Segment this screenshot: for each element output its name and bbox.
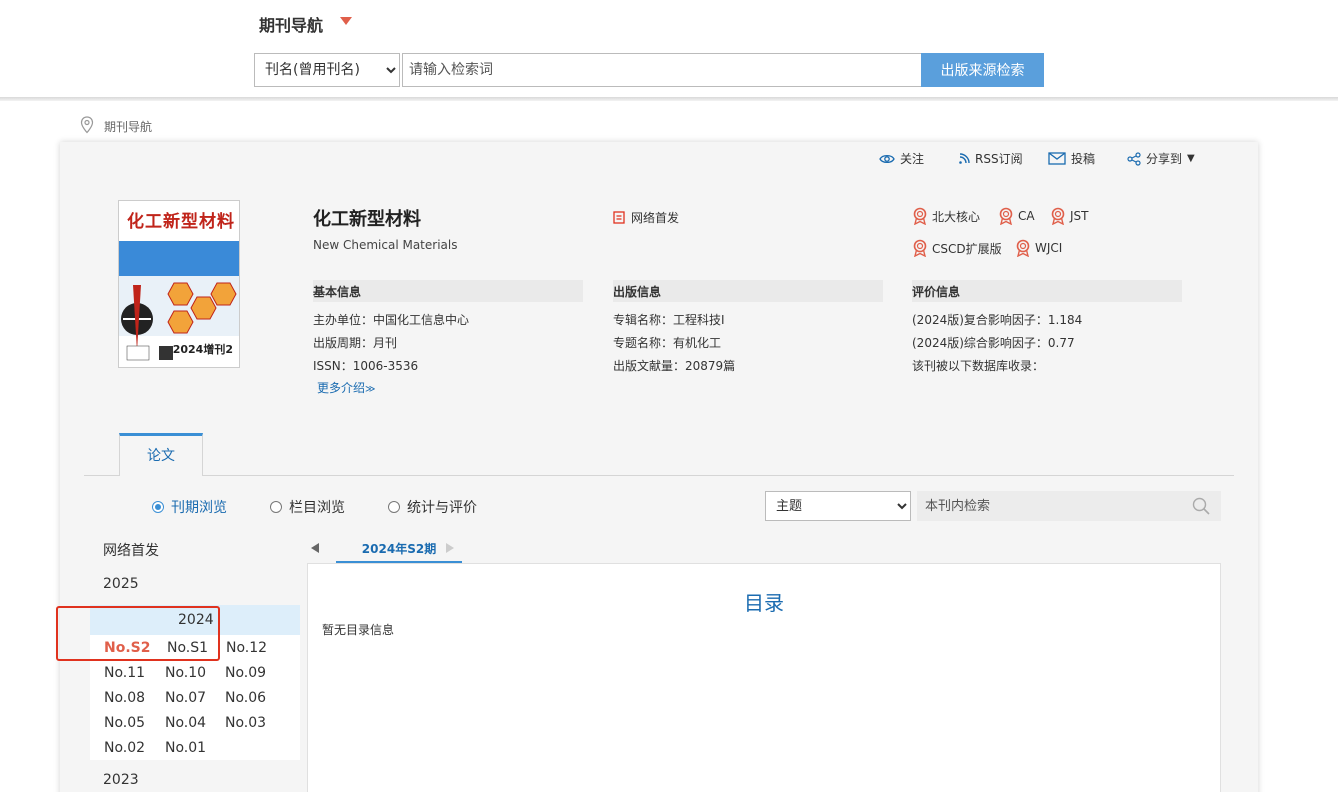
follow-button[interactable]: 关注 xyxy=(879,150,924,167)
rss-button[interactable]: RSS订阅 xyxy=(958,150,1023,167)
issue-link[interactable]: No.01 xyxy=(165,740,206,756)
issn-info: ISSN：1006-3536 xyxy=(313,359,419,373)
issue-link[interactable]: No.05 xyxy=(104,715,145,731)
year-list-online-first[interactable]: 网络首发 xyxy=(103,540,159,560)
issue-link[interactable]: No.02 xyxy=(104,740,145,756)
more-intro-link[interactable]: 更多介绍≫ xyxy=(317,379,375,396)
document-icon xyxy=(613,211,625,224)
issue-link[interactable]: No.06 xyxy=(225,690,266,706)
search-field-select[interactable]: 刊名(曾用刊名) xyxy=(254,53,400,87)
badge-label: WJCI xyxy=(1035,241,1063,255)
journal-title: 化工新型材料 xyxy=(313,209,421,230)
rss-icon xyxy=(959,152,970,164)
comprehensive-if-info: (2024版)综合影响因子：0.77 xyxy=(912,336,1075,350)
database-info: 该刊被以下数据库收录： xyxy=(912,359,1045,373)
submit-label: 投稿 xyxy=(1071,152,1096,166)
composite-if-info: (2024版)复合影响因子：1.184 xyxy=(912,313,1083,327)
badge-label: JST xyxy=(1070,209,1089,223)
issue-link[interactable]: No.03 xyxy=(225,715,266,731)
issue-link[interactable]: No.09 xyxy=(225,665,266,681)
issue-link[interactable]: No.10 xyxy=(165,665,206,681)
radio-icon xyxy=(388,501,400,513)
share-label: 分享到 xyxy=(1146,152,1183,166)
badge-label: CA xyxy=(1018,209,1035,223)
award-icon xyxy=(999,207,1013,225)
radio-selected-icon xyxy=(152,501,164,513)
browse-mode-label: 刊期浏览 xyxy=(171,500,227,516)
share-icon xyxy=(1127,151,1141,166)
double-chevron-down-icon: ≫ xyxy=(365,384,376,395)
journal-nav-title[interactable]: 期刊导航 xyxy=(259,12,323,36)
eye-icon xyxy=(879,154,895,163)
current-issue-tab[interactable]: 2024年S2期 xyxy=(336,538,462,563)
issue-link[interactable]: No.04 xyxy=(165,715,206,731)
location-pin-icon xyxy=(80,116,94,134)
triangle-down-icon: ▼ xyxy=(1187,153,1195,164)
badge-label: CSCD扩展版 xyxy=(932,241,1002,256)
follow-label: 关注 xyxy=(900,152,925,166)
badge: 北大核心 xyxy=(912,207,980,225)
browse-mode-issue[interactable]: 刊期浏览 xyxy=(152,497,227,517)
journal-title-en: New Chemical Materials xyxy=(313,238,458,252)
year-2025[interactable]: 2025 xyxy=(103,576,139,592)
badge: WJCI xyxy=(1015,239,1062,257)
cover-year: 2024增刊2 xyxy=(172,343,233,356)
browse-mode-stats[interactable]: 统计与评价 xyxy=(388,497,477,517)
topic-name-info: 专题名称：有机化工 xyxy=(613,336,722,350)
year-2023[interactable]: 2023 xyxy=(103,772,139,788)
browse-mode-label: 统计与评价 xyxy=(407,500,477,516)
caret-down-icon[interactable] xyxy=(340,17,352,25)
basic-info-heading: 基本信息 xyxy=(313,280,583,302)
issue-link[interactable]: No.11 xyxy=(104,665,145,681)
header-divider xyxy=(0,97,1338,101)
next-issue-icon[interactable] xyxy=(446,543,454,553)
journal-cover[interactable]: 化工新型材料 2024增刊2 xyxy=(118,200,240,368)
eval-info-heading: 评价信息 xyxy=(912,280,1182,302)
browse-mode-column[interactable]: 栏目浏览 xyxy=(270,497,345,517)
highlight-box xyxy=(56,606,220,661)
submit-button[interactable]: 投稿 xyxy=(1048,150,1095,167)
rss-label: RSS订阅 xyxy=(975,152,1023,166)
toc-title: 目录 xyxy=(744,591,784,615)
search-icon[interactable] xyxy=(1192,497,1210,515)
search-input[interactable] xyxy=(402,53,922,87)
publish-info-heading: 出版信息 xyxy=(613,280,883,302)
sponsor-info: 主办单位：中国化工信息中心 xyxy=(313,313,470,327)
cover-title: 化工新型材料 xyxy=(127,212,235,232)
toc-empty-message: 暂无目录信息 xyxy=(322,623,395,637)
period-info: 出版周期：月刊 xyxy=(313,336,398,350)
special-name-info: 专辑名称：工程科技I xyxy=(613,313,725,327)
breadcrumb[interactable]: 期刊导航 xyxy=(104,118,152,135)
badge: CA xyxy=(998,207,1035,225)
badge: CSCD扩展版 xyxy=(912,239,1002,257)
share-button[interactable]: 分享到 ▼ xyxy=(1127,150,1195,167)
search-button[interactable]: 出版来源检索 xyxy=(921,53,1044,87)
browse-mode-label: 栏目浏览 xyxy=(289,500,345,516)
publication-count-info: 出版文献量：20879篇 xyxy=(613,359,736,373)
issue-link[interactable]: No.12 xyxy=(226,640,267,656)
award-icon xyxy=(913,239,927,257)
issue-link[interactable]: No.08 xyxy=(104,690,145,706)
inner-search-scope-select[interactable]: 主题 xyxy=(765,491,911,521)
mail-icon xyxy=(1048,152,1066,165)
online-first-label: 网络首发 xyxy=(631,211,680,225)
award-icon xyxy=(913,207,927,225)
badge-label: 北大核心 xyxy=(932,209,981,224)
prev-issue-icon[interactable] xyxy=(311,543,319,553)
more-intro-label: 更多介绍 xyxy=(317,381,366,395)
tab-bar-divider xyxy=(84,475,1234,476)
inner-search-input[interactable] xyxy=(917,491,1221,521)
online-first-link[interactable]: 网络首发 xyxy=(613,209,679,226)
issue-link[interactable]: No.07 xyxy=(165,690,206,706)
tab-papers[interactable]: 论文 xyxy=(119,433,203,476)
radio-icon xyxy=(270,501,282,513)
award-icon xyxy=(1051,207,1065,225)
award-icon xyxy=(1016,239,1030,257)
badge: JST xyxy=(1050,207,1089,225)
